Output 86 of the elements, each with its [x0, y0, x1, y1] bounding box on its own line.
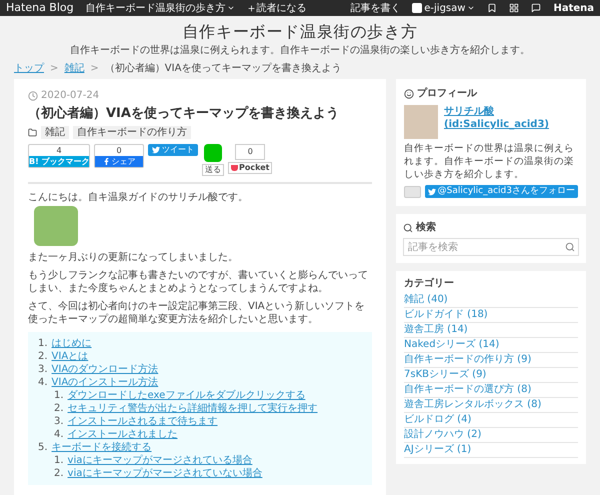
search-icon[interactable]	[565, 242, 575, 252]
line-send-button[interactable]: 送る	[202, 164, 224, 176]
blog-tagline: 自作キーボードの世界は温泉に例えられます。自作キーボードの温泉街の楽しい歩き方を紹介します。	[70, 44, 530, 58]
category-link[interactable]: 雑記 (40)	[404, 294, 448, 305]
list-number: 3.	[54, 415, 64, 428]
toc-link[interactable]: ダウンロードしたexeファイルをダブルクリックする	[68, 389, 306, 402]
pocket-button[interactable]: Pocket	[228, 162, 272, 174]
grid-icon[interactable]	[509, 3, 520, 13]
profile-name-link[interactable]: サリチル酸	[444, 105, 549, 118]
breadcrumb-current: （初心者編）VIAを使ってキーマップを書き換えよう	[104, 62, 342, 75]
bird-icon	[428, 188, 436, 196]
toc-link[interactable]: インストールされました	[68, 428, 178, 441]
list-number: 2.	[54, 467, 64, 480]
toc-link[interactable]: VIAのインストール方法	[52, 376, 158, 389]
list-number: 1.	[38, 337, 48, 350]
list-number: 4.	[38, 376, 48, 389]
paragraph: もう少しフランクな記事も書きたいのですが、書いていくと膨らんでいってしまい、また今度ちゃんとまとめようとなってしまうんですよね。	[28, 269, 369, 295]
category-link[interactable]: ビルドログ (4)	[404, 414, 472, 425]
write-button[interactable]: 記事を書く	[350, 0, 400, 16]
category-link[interactable]: 自作キーボードの選び方 (8)	[404, 384, 532, 395]
breadcrumb-separator: >	[90, 62, 99, 75]
subscribe-button[interactable]: 読者になる	[246, 0, 307, 16]
caret-icon	[467, 4, 476, 12]
twitter-follow-button[interactable]: @Salicylic_acid3さんをフォロー	[424, 185, 578, 198]
toc-link[interactable]: インストールされるまで待ちます	[68, 415, 218, 428]
category-link[interactable]: 7sKBシリーズ (9)	[404, 369, 486, 380]
breadcrumb-separator: >	[50, 62, 58, 75]
list-number: 1.	[54, 389, 64, 402]
category-link[interactable]: 遊舎工房 (14)	[404, 324, 468, 335]
blog-title[interactable]: 自作キーボード温泉街の歩き方	[182, 22, 418, 42]
toc-link[interactable]: viaにキーマップがマージされていない場合	[68, 467, 262, 480]
list-number: 1.	[54, 454, 64, 467]
smile-icon	[404, 88, 414, 98]
category-link[interactable]: 遊舎工房レンタルボックス (8)	[404, 399, 542, 410]
list-number: 4.	[54, 428, 64, 441]
article-date: 2020-07-24	[41, 89, 100, 102]
category-tag[interactable]: 雑記	[41, 126, 69, 139]
hatena-bookmark-button[interactable]: 4 B! ブックマーク	[28, 144, 90, 168]
paragraph: また一ヶ月ぶりの更新になってしまいました。	[28, 251, 239, 264]
profile-id-link[interactable]: (id:Salicylic_acid3)	[444, 118, 549, 131]
category-link[interactable]: 設計ノウハウ (2)	[404, 429, 482, 440]
site-logo[interactable]: Hatena Blog	[6, 0, 74, 16]
category-link[interactable]: AJシリーズ (1)	[404, 444, 472, 455]
toc-link[interactable]: viaにキーマップがマージされている場合	[68, 454, 252, 467]
pocket-icon	[231, 165, 238, 171]
list-number: 5.	[38, 441, 48, 454]
plus-icon	[246, 4, 256, 12]
article-title[interactable]: （初心者編）VIAを使ってキーマップを書き換えよう	[28, 105, 372, 123]
toc-link[interactable]: VIAのダウンロード方法	[52, 363, 158, 376]
clock-icon	[28, 90, 38, 100]
bookmark-icon[interactable]	[487, 3, 498, 13]
breadcrumb-link[interactable]: トップ	[14, 62, 44, 75]
illustration-placeholder	[34, 206, 78, 246]
list-number: 2.	[54, 402, 64, 415]
category-link[interactable]: Nakedシリーズ (14)	[404, 339, 500, 350]
folder-icon	[28, 128, 37, 137]
category-link[interactable]: 自作キーボードの作り方 (9)	[404, 354, 532, 365]
tweet-button[interactable]: ツイート	[148, 144, 198, 156]
toc-link[interactable]: VIAとは	[52, 350, 88, 363]
bird-icon	[152, 146, 160, 154]
profile-description: 自作キーボードの世界は温泉に例えられます。自作キーボードの温泉街の楽しい歩き方を紹介します。	[404, 142, 575, 181]
hatena-logo[interactable]: Hatena	[553, 0, 594, 16]
search-icon	[403, 222, 413, 232]
paragraph: さて、今回は初心者向けのキー設定記事第三段、VIAという新しいソフトを使ったキーマップの超簡単な変更方法を紹介したいと思います。	[28, 300, 366, 326]
toc-link[interactable]: はじめに	[52, 337, 92, 350]
breadcrumb-link[interactable]: 雑記	[64, 62, 84, 75]
avatar-photo-placeholder	[404, 105, 438, 139]
facebook-share-button[interactable]: 0 シェア	[94, 144, 144, 168]
pocket-count: 0	[235, 144, 266, 160]
category-tag[interactable]: 自作キーボードの作り方	[73, 126, 191, 139]
category-link[interactable]: ビルドガイド (18)	[404, 309, 488, 320]
avatar-icon	[412, 3, 422, 13]
paragraph: こんにちは。自キ温泉ガイドのサリチル酸です。	[28, 191, 249, 204]
list-number: 2.	[38, 350, 48, 363]
search-field[interactable]: 記事を検索	[403, 238, 579, 256]
categories-heading: カテゴリー	[404, 277, 455, 291]
list-number: 3.	[38, 363, 48, 376]
facebook-icon	[102, 158, 110, 165]
toc-link[interactable]: セキュリティ警告が出たら詳細情報を押して実行を押す	[68, 402, 318, 415]
comment-icon[interactable]	[531, 3, 542, 13]
caret-icon	[226, 4, 235, 12]
search-heading: 検索	[416, 221, 436, 234]
user-menu[interactable]: e-jigsaw	[412, 0, 476, 16]
profile-heading: プロフィール	[417, 87, 477, 100]
toc-link[interactable]: キーボードを接続する	[52, 441, 152, 454]
blog-menu[interactable]: 自作キーボード温泉街の歩き方	[86, 0, 235, 16]
